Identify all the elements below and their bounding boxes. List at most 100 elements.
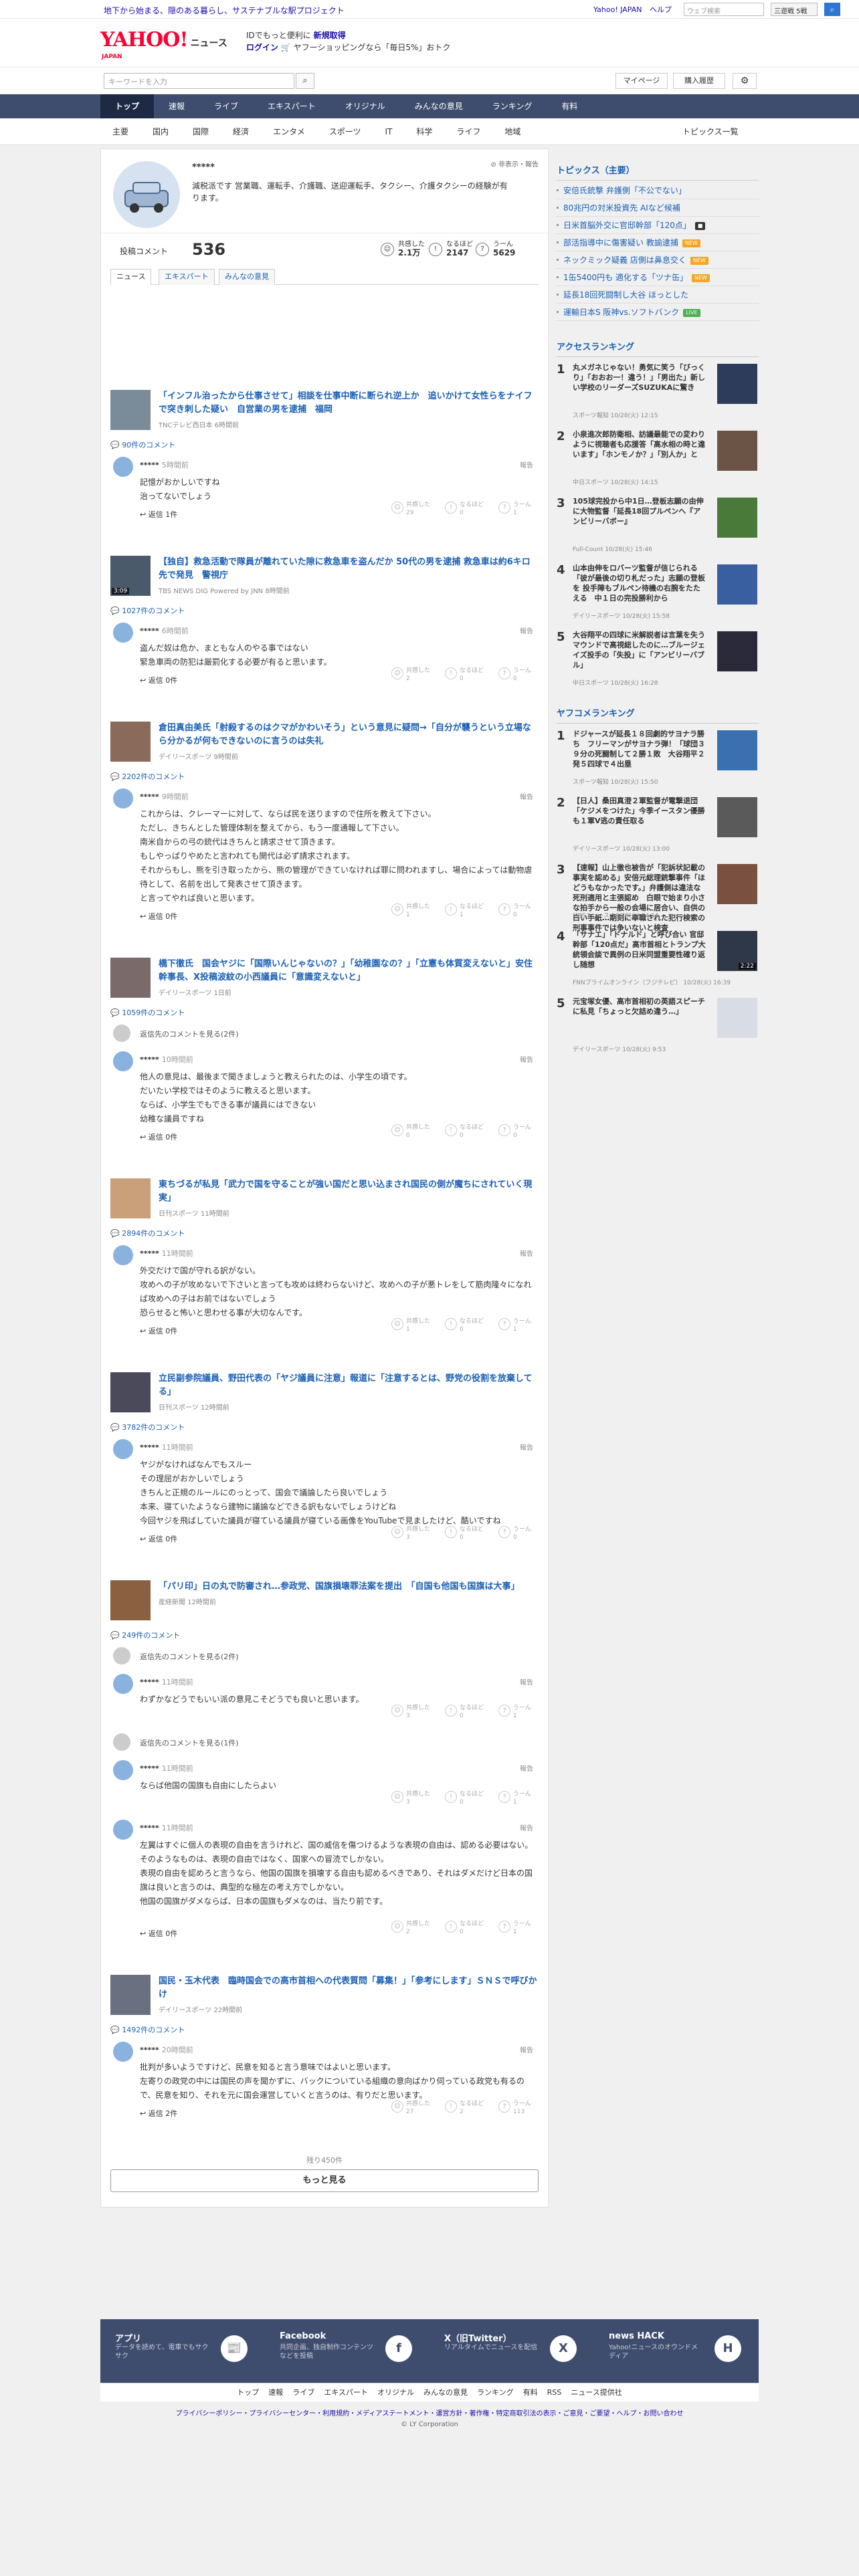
subnav-item[interactable]: 主要 bbox=[100, 118, 140, 145]
footer-nav-item[interactable]: みんなの意見 bbox=[423, 2383, 468, 2401]
reply-toggle[interactable]: ↩ 返信 1件 bbox=[140, 509, 177, 520]
subnav-item[interactable]: 科学 bbox=[404, 118, 444, 145]
login-link[interactable]: ログイン bbox=[246, 43, 278, 52]
yahoo-japan-link[interactable]: Yahoo! JAPAN bbox=[593, 5, 642, 14]
topic-item[interactable]: 運輸日本S 阪神vs.ソフトバンク LIVE bbox=[557, 304, 759, 321]
hide-report-link[interactable]: ⊘ 非表示・報告 bbox=[490, 158, 539, 169]
commenter-name[interactable]: ***** 6時間前 bbox=[140, 625, 189, 636]
commenter-name[interactable]: ***** 11時間前 bbox=[140, 1677, 193, 1687]
topic-item[interactable]: 部活指導中に傷害疑い 教諭逮捕 NEW bbox=[557, 234, 759, 251]
comment-count-link[interactable]: 💬 2894件のコメント bbox=[110, 1228, 185, 1239]
article-title[interactable]: 立民副参院議員、野田代表の「ヤジ議員に注意」報道に「注意するとは、野党の役割を放… bbox=[159, 1372, 537, 1399]
comment-count-link[interactable]: 💬 90件のコメント bbox=[110, 439, 175, 450]
article-title[interactable]: 「インフル治ったから仕事させて」相談を仕事中断に断られ逆上か 追いかけて女性らを… bbox=[159, 390, 537, 417]
reply-toggle[interactable]: ↩ 返信 0件 bbox=[140, 675, 177, 685]
top-promo-link[interactable]: 地下から始まる、隠のある暮らし、サステナブルな駅プロジェクト bbox=[104, 5, 345, 16]
article-thumbnail[interactable]: 3:09 bbox=[110, 556, 151, 596]
commenter-name[interactable]: ***** 10時間前 bbox=[140, 1054, 193, 1065]
commenter-name[interactable]: ***** 11時間前 bbox=[140, 1822, 193, 1833]
web-search-button[interactable]: ⌕ bbox=[824, 3, 840, 16]
article-title[interactable]: 橋下徹氏 国会ヤジに「国際いんじゃないの？」「幼稚園なの？」「立憲も体質変えない… bbox=[159, 958, 537, 984]
footer-links[interactable]: プライバシーポリシー・プライバシーセンター・利用規約・メディアステートメント・運… bbox=[100, 2407, 759, 2418]
commenter-name[interactable]: ***** 20時間前 bbox=[140, 2044, 193, 2055]
topic-item[interactable]: 80兆円の対米投資先 AIなど候補 bbox=[557, 199, 759, 217]
comment-count-link[interactable]: 💬 1059件のコメント bbox=[110, 1007, 185, 1018]
ranking-item[interactable]: 1 丸メガネじゃない！勇気に笑う「びっくり」「おおお一！違う！」「男出た」新しい学… bbox=[557, 357, 759, 424]
article-thumbnail[interactable] bbox=[110, 1975, 151, 2015]
nav-item[interactable]: 有料 bbox=[547, 94, 592, 118]
article-title[interactable]: 国民・玉木代表 臨時国会での高市首相への代表質問「募集！」「参考にします」ＳＮＳ… bbox=[159, 1975, 537, 2002]
footer-nav-item[interactable]: トップ bbox=[237, 2383, 259, 2401]
keyword-search-input[interactable]: キーワードを入力 bbox=[104, 73, 294, 89]
comment-count-link[interactable]: 💬 1492件のコメント bbox=[110, 2024, 185, 2035]
subnav-item[interactable]: 経済 bbox=[221, 118, 261, 145]
signup-link[interactable]: 新規取得 bbox=[314, 31, 346, 40]
help-link[interactable]: ヘルプ bbox=[650, 5, 672, 14]
footer-nav-item[interactable]: ライブ bbox=[292, 2383, 314, 2401]
nav-item[interactable]: ライブ bbox=[199, 94, 253, 118]
search-option-select[interactable]: 三遊戦 5戦 bbox=[771, 3, 818, 16]
footer-nav-item[interactable]: ニュース提供社 bbox=[571, 2383, 622, 2401]
ranking-item[interactable]: 3 105球完投から中1日…登板志願の由伸に大物監督「延長18回プルペンへ『アンビ… bbox=[557, 491, 759, 558]
comment-count-link[interactable]: 💬 1027件のコメント bbox=[110, 605, 185, 616]
report-link[interactable]: 報告 bbox=[520, 791, 533, 801]
report-link[interactable]: 報告 bbox=[520, 1248, 533, 1258]
ranking-item[interactable]: 4 「サナエ」「ドナルド」と呼び合い 官邸幹部「120点だ」高市首相とトランプ大統… bbox=[557, 924, 759, 991]
nav-item[interactable]: みんなの意見 bbox=[400, 94, 478, 118]
report-link[interactable]: 報告 bbox=[520, 2044, 533, 2054]
article-thumbnail[interactable] bbox=[110, 1372, 151, 1412]
settings-button[interactable]: ⚙ bbox=[733, 73, 757, 89]
ranking-item[interactable]: 2 【日人】桑田真澄２軍監督が電撃退団「ケジメをつけた」今季イースタン優勝も１軍V… bbox=[557, 790, 759, 857]
nav-item[interactable]: トップ bbox=[100, 94, 155, 118]
subnav-item[interactable]: ライフ bbox=[444, 118, 492, 145]
nav-item[interactable]: 速報 bbox=[154, 94, 199, 118]
keyword-search-button[interactable]: ⌕ bbox=[296, 73, 314, 89]
commenter-name[interactable]: ***** 11時間前 bbox=[140, 1248, 193, 1259]
subnav-item[interactable]: 地域 bbox=[492, 118, 533, 145]
ranking-item[interactable]: 1 ドジャースが延長１８回劇的サヨナラ勝ち フリーマンがサヨナラ弾！「球団３９分の… bbox=[557, 724, 759, 790]
report-link[interactable]: 報告 bbox=[520, 625, 533, 635]
footer-nav-item[interactable]: 速報 bbox=[268, 2383, 283, 2401]
subnav-item[interactable]: エンタメ bbox=[261, 118, 317, 145]
comment-count-link[interactable]: 💬 249件のコメント bbox=[110, 1630, 180, 1640]
web-search-input[interactable]: ウェブ検索 bbox=[684, 3, 764, 16]
report-link[interactable]: 報告 bbox=[520, 1054, 533, 1064]
topic-item[interactable]: 延長18回死闘制し大谷 ほっとした bbox=[557, 286, 759, 304]
ranking-item[interactable]: 4 山本由伸をロバーツ監督が信じられる「彼が最後の切り札だった」志願の登板を 投手… bbox=[557, 558, 759, 625]
load-more-button[interactable]: もっと見る bbox=[110, 2169, 539, 2192]
tab-news[interactable]: ニュース bbox=[110, 269, 152, 285]
subnav-item[interactable]: 国内 bbox=[140, 118, 181, 145]
report-link[interactable]: 報告 bbox=[520, 1763, 533, 1773]
subnav-item[interactable]: スポーツ bbox=[317, 118, 373, 145]
parent-comment-toggle[interactable]: 返信先のコメントを見る(2件) bbox=[110, 1647, 539, 1666]
report-link[interactable]: 報告 bbox=[520, 459, 533, 469]
nav-item[interactable]: ランキング bbox=[478, 94, 547, 118]
topic-item[interactable]: 日米首脳外交に官邸幹部「120点」 ■ bbox=[557, 217, 759, 234]
article-title[interactable]: 倉田真由美氏「射殺するのはクマがかわいそう」という意見に疑問→「自分が襲うという… bbox=[159, 722, 537, 748]
purchase-history-button[interactable]: 購入履歴 bbox=[673, 73, 725, 89]
ranking-item[interactable]: 3 【速報】山上徹也被告が「犯訴状記載の事実を認める」安倍元総理銃撃事件「ほどうも… bbox=[557, 857, 759, 932]
reply-toggle[interactable]: ↩ 返信 0件 bbox=[140, 911, 177, 922]
footer-block[interactable]: アプリ データを読めて、電車でもサクサク 📰 bbox=[100, 2331, 265, 2371]
article-thumbnail[interactable] bbox=[110, 958, 151, 998]
reply-toggle[interactable]: ↩ 返信 0件 bbox=[140, 1132, 177, 1142]
article-thumbnail[interactable] bbox=[110, 722, 151, 762]
article-title[interactable]: 【独自】救急活動で隊員が離れていた隙に救急車を盗んだか 50代の男を逮捕 救急車… bbox=[159, 556, 537, 582]
footer-block[interactable]: Facebook 共同企画、独自制作コンテンツなどを投稿 f bbox=[265, 2331, 430, 2371]
yahoo-news-logo[interactable]: YAHOO! ニュース bbox=[100, 28, 227, 51]
subnav-item[interactable]: 国際 bbox=[181, 118, 221, 145]
commenter-name[interactable]: ***** 11時間前 bbox=[140, 1763, 193, 1774]
commenter-name[interactable]: ***** 9時間前 bbox=[140, 791, 189, 802]
commenter-name[interactable]: ***** 5時間前 bbox=[140, 459, 189, 470]
reply-toggle[interactable]: ↩ 返信 0件 bbox=[140, 1533, 177, 1544]
article-title[interactable]: 「パリ印」日の丸で防審され…参政党、国旗損壊罪法案を提出 「自国も他国も国旗は大… bbox=[159, 1580, 537, 1594]
article-title[interactable]: 東ちづるが私見「武力で国を守ることが強い国だと思い込まされ国民の側が魔ちにされて… bbox=[159, 1178, 537, 1205]
comment-count-link[interactable]: 💬 3782件のコメント bbox=[110, 1422, 185, 1432]
footer-nav-item[interactable]: 有料 bbox=[523, 2383, 538, 2401]
subnav-item[interactable]: IT bbox=[373, 118, 404, 145]
ranking-item[interactable]: 2 小泉進次郎防衛相、訪議最能での変わりように視聴者も応援答「高水相の時と違います… bbox=[557, 424, 759, 491]
footer-nav-item[interactable]: オリジナル bbox=[377, 2383, 414, 2401]
article-thumbnail[interactable] bbox=[110, 1178, 151, 1218]
ranking-item[interactable]: 5 大谷翔平の四球に米解説者は言葉を失う マウンドで高視総したのに…ブルージェイズ… bbox=[557, 625, 759, 691]
footer-block[interactable]: X（旧Twitter） リアルタイムでニュースを配信 X bbox=[430, 2331, 594, 2371]
